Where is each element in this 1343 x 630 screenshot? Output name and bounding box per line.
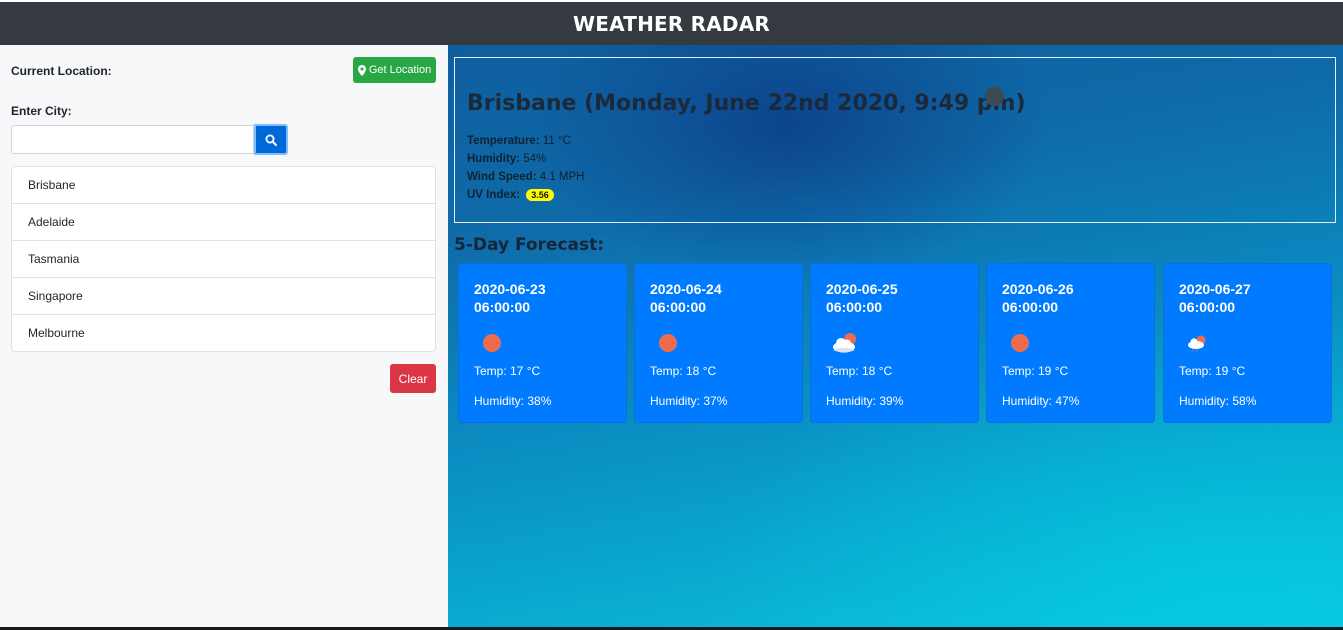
uv-index-badge: 3.56 xyxy=(526,189,554,201)
sun-icon xyxy=(483,334,501,352)
forecast-temp: Temp: 18 °C xyxy=(826,364,893,378)
clear-button[interactable]: Clear xyxy=(390,364,436,393)
forecast-datetime: 2020-06-23 06:00:00 xyxy=(474,280,546,316)
city-search-input[interactable] xyxy=(11,125,254,154)
forecast-datetime: 2020-06-27 06:00:00 xyxy=(1179,280,1251,316)
wind-speed-label: Wind Speed: xyxy=(467,171,537,183)
forecast-card: 2020-06-24 06:00:00 Temp: 18 °C Humidity… xyxy=(634,263,803,423)
forecast-card: 2020-06-25 06:00:00 Temp: 18 °C Humidity… xyxy=(810,263,979,423)
get-location-button[interactable]: Get Location xyxy=(353,57,436,83)
forecast-time: 06:00:00 xyxy=(474,299,531,315)
forecast-card: 2020-06-26 06:00:00 Temp: 19 °C Humidity… xyxy=(986,263,1155,423)
uv-index-label: UV Index: xyxy=(467,189,521,201)
forecast-date: 2020-06-26 xyxy=(1002,281,1074,297)
forecast-temp: Temp: 19 °C xyxy=(1002,364,1069,378)
temperature-row: Temperature: 11 °C xyxy=(467,135,571,147)
city-history-item[interactable]: Singapore xyxy=(12,278,435,315)
search-button[interactable] xyxy=(254,124,288,155)
partly-cloudy-icon xyxy=(833,333,856,353)
forecast-date: 2020-06-23 xyxy=(474,281,546,297)
city-history-item[interactable]: Tasmania xyxy=(12,241,435,278)
forecast-heading: 5-Day Forecast: xyxy=(454,235,605,255)
city-history-list: Brisbane Adelaide Tasmania Singapore Mel… xyxy=(11,166,436,352)
forecast-card: 2020-06-27 06:00:00 Temp: 19 °C Humidity… xyxy=(1163,263,1332,423)
forecast-humidity: Humidity: 58% xyxy=(1179,394,1257,408)
forecast-time: 06:00:00 xyxy=(1179,299,1236,315)
temperature-label: Temperature: xyxy=(467,135,540,147)
forecast-date: 2020-06-27 xyxy=(1179,281,1251,297)
forecast-humidity: Humidity: 38% xyxy=(474,394,552,408)
forecast-time: 06:00:00 xyxy=(1002,299,1059,315)
current-city-title: Brisbane (Monday, June 22nd 2020, 9:49 p… xyxy=(467,91,1026,116)
forecast-card: 2020-06-23 06:00:00 Temp: 17 °C Humidity… xyxy=(458,263,627,423)
main-panel: Brisbane (Monday, June 22nd 2020, 9:49 p… xyxy=(448,45,1343,627)
forecast-temp: Temp: 19 °C xyxy=(1179,364,1246,378)
sidebar: Current Location: Get Location Enter Cit… xyxy=(0,45,448,627)
forecast-datetime: 2020-06-25 06:00:00 xyxy=(826,280,898,316)
forecast-date: 2020-06-25 xyxy=(826,281,898,297)
search-icon xyxy=(265,134,277,146)
app-title: WEATHER RADAR xyxy=(572,11,770,36)
forecast-time: 06:00:00 xyxy=(650,299,707,315)
map-marker-icon xyxy=(357,64,366,76)
forecast-time: 06:00:00 xyxy=(826,299,883,315)
temperature-value: 11 °C xyxy=(542,135,571,147)
rain-cloud-icon xyxy=(1188,335,1206,353)
current-weather-box: Brisbane (Monday, June 22nd 2020, 9:49 p… xyxy=(454,57,1336,223)
forecast-datetime: 2020-06-26 06:00:00 xyxy=(1002,280,1074,316)
uv-index-row: UV Index: 3.56 xyxy=(467,189,554,201)
sun-icon xyxy=(1011,334,1029,352)
sun-icon xyxy=(659,334,677,352)
forecast-datetime: 2020-06-24 06:00:00 xyxy=(650,280,722,316)
city-history-item[interactable]: Melbourne xyxy=(12,315,435,351)
forecast-humidity: Humidity: 37% xyxy=(650,394,728,408)
forecast-temp: Temp: 18 °C xyxy=(650,364,717,378)
humidity-value: 54% xyxy=(523,153,547,165)
forecast-humidity: Humidity: 47% xyxy=(1002,394,1080,408)
get-location-label: Get Location xyxy=(368,64,432,76)
city-history-item[interactable]: Brisbane xyxy=(12,167,435,204)
wind-speed-row: Wind Speed: 4.1 MPH xyxy=(467,171,585,183)
enter-city-label: Enter City: xyxy=(11,104,72,118)
humidity-row: Humidity: 54% xyxy=(467,153,546,165)
forecast-humidity: Humidity: 39% xyxy=(826,394,904,408)
navbar: WEATHER RADAR xyxy=(0,2,1343,45)
wind-speed-value: 4.1 MPH xyxy=(539,171,585,183)
city-history-item[interactable]: Adelaide xyxy=(12,204,435,241)
current-location-label: Current Location: xyxy=(11,64,112,78)
humidity-label: Humidity: xyxy=(467,153,521,165)
forecast-temp: Temp: 17 °C xyxy=(474,364,541,378)
moon-clear-night-icon xyxy=(985,87,1004,106)
forecast-date: 2020-06-24 xyxy=(650,281,722,297)
